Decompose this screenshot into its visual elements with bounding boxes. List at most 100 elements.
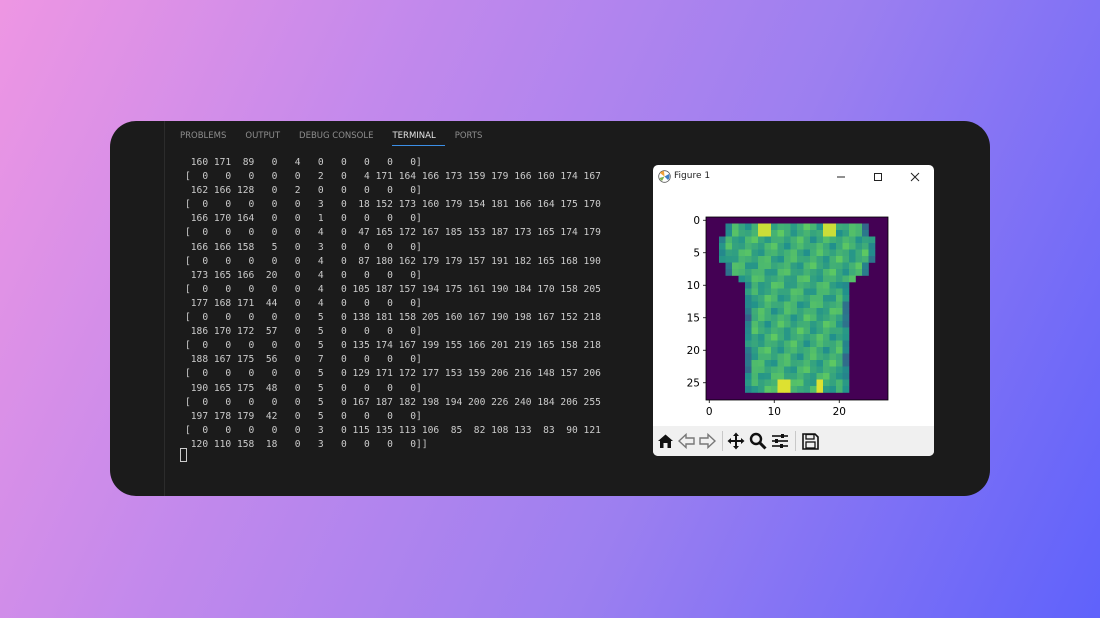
heatmap-cell	[829, 347, 837, 354]
heatmap-cell	[829, 223, 837, 231]
heatmap-cell	[842, 301, 850, 309]
heatmap-cell	[823, 288, 830, 296]
heatmap-cell	[738, 249, 746, 257]
heatmap-cell	[797, 366, 804, 374]
heatmap-cell	[758, 223, 765, 231]
heatmap-cell	[810, 269, 817, 276]
heatmap-cell	[849, 269, 856, 276]
heatmap-cell	[823, 340, 830, 348]
heatmap-cell	[797, 314, 804, 322]
tab-problems[interactable]: PROBLEMS	[180, 129, 235, 145]
heatmap-cell	[816, 230, 824, 237]
heatmap-cell	[732, 249, 739, 257]
heatmap-cell	[758, 379, 765, 387]
close-button[interactable]	[902, 168, 928, 186]
heatmap-cell	[810, 321, 817, 328]
heatmap-cell	[810, 353, 817, 361]
heatmap-cell	[784, 379, 791, 387]
heatmap-cell	[797, 288, 804, 296]
heatmap-cell	[836, 269, 843, 276]
home-button[interactable]	[656, 432, 674, 450]
heatmap-cell	[836, 295, 843, 302]
heatmap-cell	[771, 256, 778, 263]
heatmap-cell	[764, 288, 772, 296]
terminal-line: 186 170 172 57 0 5 0 0 0 0]	[185, 326, 422, 338]
tab-debug-console[interactable]: DEBUG CONSOLE	[299, 129, 382, 145]
minimize-button[interactable]	[828, 168, 854, 186]
heatmap-cell	[816, 386, 824, 393]
panel-tabs: PROBLEMS OUTPUT DEBUG CONSOLE TERMINAL PORTS	[180, 129, 501, 151]
heatmap-plot[interactable]: 0 5 10 15 20 25 0 10 20	[653, 191, 934, 451]
tab-output[interactable]: OUTPUT	[245, 129, 289, 145]
heatmap-cell	[855, 230, 863, 237]
heatmap-cell	[764, 360, 772, 367]
y-tick-label: 0	[693, 215, 700, 227]
heatmap-cell	[725, 223, 733, 231]
heatmap-cell	[810, 366, 817, 374]
heatmap-cell	[803, 223, 811, 231]
heatmap-cell	[764, 379, 772, 387]
heatmap-cell	[738, 262, 746, 270]
heatmap-cell	[803, 282, 811, 289]
heatmap-cell	[842, 223, 850, 231]
heatmap-cell	[836, 327, 843, 335]
heatmap-cell	[745, 373, 752, 380]
y-tick-label: 10	[687, 280, 700, 292]
heatmap-cell	[862, 236, 869, 244]
forward-button[interactable]	[698, 432, 716, 450]
heatmap-cell	[777, 360, 785, 367]
back-button[interactable]	[677, 432, 695, 450]
heatmap-cell	[836, 334, 843, 341]
heatmap-cell	[758, 301, 765, 309]
heatmap-cell	[810, 340, 817, 348]
heatmap-cell	[751, 256, 759, 263]
heatmap-cell	[732, 269, 739, 276]
heatmap-cell	[862, 269, 869, 276]
heatmap-cell	[829, 288, 837, 296]
terminal-output[interactable]: 160 171 89 0 4 0 0 0 0 0] [ 0 0 0 0 0 2 0…	[185, 156, 685, 452]
heatmap-cell	[771, 223, 778, 231]
heatmap-cell	[745, 230, 752, 237]
pan-button[interactable]	[727, 432, 745, 450]
heatmap-cell	[777, 269, 785, 276]
zoom-button[interactable]	[749, 432, 767, 450]
heatmap-cell	[816, 327, 824, 335]
heatmap-cell	[803, 353, 811, 361]
heatmap-cell	[810, 282, 817, 289]
heatmap-cell	[810, 301, 817, 309]
heatmap-cell	[764, 301, 772, 309]
heatmap-cell	[758, 295, 765, 302]
heatmap-cell	[764, 236, 772, 244]
heatmap-cell	[738, 230, 746, 237]
heatmap-cell	[790, 236, 798, 244]
heatmap-cell	[725, 236, 733, 244]
tab-terminal[interactable]: TERMINAL	[392, 129, 445, 146]
heatmap-cell	[797, 262, 804, 270]
maximize-button[interactable]	[865, 168, 891, 186]
figure-titlebar[interactable]: Figure 1	[653, 165, 934, 189]
heatmap-cell	[751, 249, 759, 257]
heatmap-cell	[803, 243, 811, 250]
heatmap-cell	[790, 243, 798, 250]
heatmap-cell	[862, 249, 869, 257]
heatmap-cell	[738, 275, 746, 283]
heatmap-cell	[816, 243, 824, 250]
heatmap-cell	[790, 353, 798, 361]
heatmap-cell	[771, 230, 778, 237]
maximize-icon	[874, 173, 882, 181]
heatmap-cell	[823, 379, 830, 387]
heatmap-cell	[790, 282, 798, 289]
heatmap-cell	[816, 314, 824, 322]
tab-ports[interactable]: PORTS	[455, 129, 492, 145]
configure-button[interactable]	[771, 432, 789, 450]
save-button[interactable]	[801, 432, 819, 450]
heatmap-cell	[764, 347, 772, 354]
heatmap-cell	[868, 256, 876, 263]
heatmap-cell	[745, 327, 752, 335]
heatmap-cell	[829, 282, 837, 289]
heatmap-cell	[855, 269, 863, 276]
heatmap-cell	[829, 269, 837, 276]
heatmap-cell	[777, 321, 785, 328]
heatmap-cell	[803, 295, 811, 302]
heatmap-cell	[738, 223, 746, 231]
